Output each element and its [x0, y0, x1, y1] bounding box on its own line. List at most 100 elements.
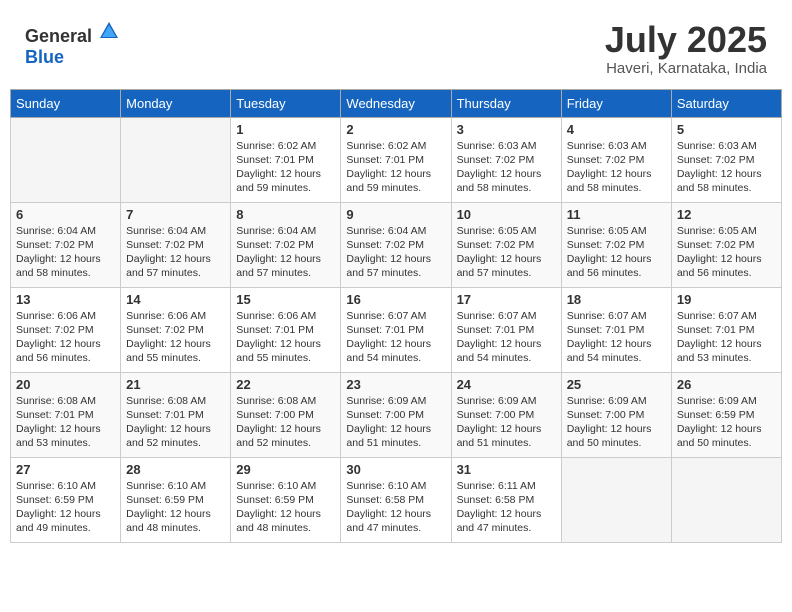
day-detail: Sunrise: 6:08 AMSunset: 7:01 PMDaylight:… [126, 394, 225, 451]
calendar-day-cell: 13Sunrise: 6:06 AMSunset: 7:02 PMDayligh… [11, 287, 121, 372]
calendar-day-cell: 26 Sunrise: 6:09 AMSunset: 6:59 PMDayligh… [671, 372, 781, 457]
day-of-week-header: Thursday [451, 89, 561, 117]
calendar-day-cell: 14 Sunrise: 6:06 AMSunset: 7:02 PMDayligh… [121, 287, 231, 372]
day-number: 10 [457, 207, 556, 222]
page-header: General Blue July 2025 Haveri, Karnataka… [10, 10, 782, 85]
day-number: 2 [346, 122, 445, 137]
day-detail: Sunrise: 6:07 AMSunset: 7:01 PMDaylight:… [677, 309, 776, 366]
day-number: 11 [567, 207, 666, 222]
calendar-day-cell: 1 Sunrise: 6:02 AMSunset: 7:01 PMDaylight… [231, 117, 341, 202]
logo: General Blue [25, 20, 120, 68]
day-detail: Sunrise: 6:03 AMSunset: 7:02 PMDaylight:… [677, 139, 776, 196]
day-detail: Sunrise: 6:07 AMSunset: 7:01 PMDaylight:… [457, 309, 556, 366]
calendar-day-cell: 7 Sunrise: 6:04 AMSunset: 7:02 PMDaylight… [121, 202, 231, 287]
day-of-week-header: Friday [561, 89, 671, 117]
day-number: 15 [236, 292, 335, 307]
day-number: 22 [236, 377, 335, 392]
month-year: July 2025 [605, 20, 767, 60]
day-detail: Sunrise: 6:08 AMSunset: 7:01 PMDaylight:… [16, 394, 115, 451]
calendar-day-cell: 23Sunrise: 6:09 AMSunset: 7:00 PMDayligh… [341, 372, 451, 457]
day-detail: Sunrise: 6:06 AMSunset: 7:02 PMDaylight:… [16, 309, 115, 366]
day-detail: Sunrise: 6:06 AMSunset: 7:02 PMDaylight:… [126, 309, 225, 366]
day-number: 6 [16, 207, 115, 222]
logo-general: General [25, 26, 92, 46]
day-detail: Sunrise: 6:05 AMSunset: 7:02 PMDaylight:… [677, 224, 776, 281]
day-number: 8 [236, 207, 335, 222]
calendar-day-cell: 8Sunrise: 6:04 AMSunset: 7:02 PMDaylight… [231, 202, 341, 287]
day-number: 9 [346, 207, 445, 222]
day-detail: Sunrise: 6:05 AMSunset: 7:02 PMDaylight:… [457, 224, 556, 281]
day-detail: Sunrise: 6:10 AMSunset: 6:58 PMDaylight:… [346, 479, 445, 536]
calendar-day-cell: 31 Sunrise: 6:11 AMSunset: 6:58 PMDayligh… [451, 457, 561, 542]
day-detail: Sunrise: 6:06 AMSunset: 7:01 PMDaylight:… [236, 309, 335, 366]
day-detail: Sunrise: 6:04 AMSunset: 7:02 PMDaylight:… [126, 224, 225, 281]
calendar-day-cell: 17 Sunrise: 6:07 AMSunset: 7:01 PMDayligh… [451, 287, 561, 372]
day-detail: Sunrise: 6:09 AMSunset: 7:00 PMDaylight:… [346, 394, 445, 451]
day-detail: Sunrise: 6:02 AMSunset: 7:01 PMDaylight:… [346, 139, 445, 196]
calendar-day-cell: 20Sunrise: 6:08 AMSunset: 7:01 PMDayligh… [11, 372, 121, 457]
day-number: 5 [677, 122, 776, 137]
calendar-day-cell: 12 Sunrise: 6:05 AMSunset: 7:02 PMDayligh… [671, 202, 781, 287]
calendar-day-cell: 3 Sunrise: 6:03 AMSunset: 7:02 PMDaylight… [451, 117, 561, 202]
calendar-day-cell: 6 Sunrise: 6:04 AMSunset: 7:02 PMDaylight… [11, 202, 121, 287]
day-of-week-header: Wednesday [341, 89, 451, 117]
day-detail: Sunrise: 6:09 AMSunset: 7:00 PMDaylight:… [567, 394, 666, 451]
logo-text: General Blue [25, 20, 120, 68]
day-number: 25 [567, 377, 666, 392]
day-detail: Sunrise: 6:04 AMSunset: 7:02 PMDaylight:… [16, 224, 115, 281]
day-number: 26 [677, 377, 776, 392]
day-of-week-header: Saturday [671, 89, 781, 117]
title-block: July 2025 Haveri, Karnataka, India [605, 20, 767, 77]
day-number: 7 [126, 207, 225, 222]
calendar-header-row: SundayMondayTuesdayWednesdayThursdayFrid… [11, 89, 782, 117]
calendar-day-cell: 29 Sunrise: 6:10 AMSunset: 6:59 PMDayligh… [231, 457, 341, 542]
calendar-day-cell [671, 457, 781, 542]
day-of-week-header: Sunday [11, 89, 121, 117]
calendar-table: SundayMondayTuesdayWednesdayThursdayFrid… [10, 89, 782, 543]
calendar-day-cell: 27Sunrise: 6:10 AMSunset: 6:59 PMDayligh… [11, 457, 121, 542]
day-number: 3 [457, 122, 556, 137]
day-detail: Sunrise: 6:11 AMSunset: 6:58 PMDaylight:… [457, 479, 556, 536]
day-number: 29 [236, 462, 335, 477]
calendar-day-cell: 11 Sunrise: 6:05 AMSunset: 7:02 PMDayligh… [561, 202, 671, 287]
calendar-week-row: 20Sunrise: 6:08 AMSunset: 7:01 PMDayligh… [11, 372, 782, 457]
calendar-day-cell: 5 Sunrise: 6:03 AMSunset: 7:02 PMDaylight… [671, 117, 781, 202]
calendar-day-cell: 21Sunrise: 6:08 AMSunset: 7:01 PMDayligh… [121, 372, 231, 457]
calendar-day-cell: 30Sunrise: 6:10 AMSunset: 6:58 PMDayligh… [341, 457, 451, 542]
day-detail: Sunrise: 6:02 AMSunset: 7:01 PMDaylight:… [236, 139, 335, 196]
day-number: 31 [457, 462, 556, 477]
calendar-week-row: 1 Sunrise: 6:02 AMSunset: 7:01 PMDaylight… [11, 117, 782, 202]
calendar-day-cell: 28 Sunrise: 6:10 AMSunset: 6:59 PMDayligh… [121, 457, 231, 542]
day-number: 12 [677, 207, 776, 222]
day-number: 28 [126, 462, 225, 477]
day-number: 4 [567, 122, 666, 137]
calendar-day-cell: 16Sunrise: 6:07 AMSunset: 7:01 PMDayligh… [341, 287, 451, 372]
day-detail: Sunrise: 6:03 AMSunset: 7:02 PMDaylight:… [567, 139, 666, 196]
day-detail: Sunrise: 6:07 AMSunset: 7:01 PMDaylight:… [567, 309, 666, 366]
calendar-day-cell: 19 Sunrise: 6:07 AMSunset: 7:01 PMDayligh… [671, 287, 781, 372]
calendar-day-cell: 24Sunrise: 6:09 AMSunset: 7:00 PMDayligh… [451, 372, 561, 457]
logo-blue: Blue [25, 47, 64, 67]
day-number: 17 [457, 292, 556, 307]
calendar-day-cell: 15 Sunrise: 6:06 AMSunset: 7:01 PMDayligh… [231, 287, 341, 372]
day-detail: Sunrise: 6:10 AMSunset: 6:59 PMDaylight:… [126, 479, 225, 536]
day-number: 27 [16, 462, 115, 477]
calendar-day-cell: 4 Sunrise: 6:03 AMSunset: 7:02 PMDaylight… [561, 117, 671, 202]
day-number: 16 [346, 292, 445, 307]
calendar-day-cell: 2 Sunrise: 6:02 AMSunset: 7:01 PMDaylight… [341, 117, 451, 202]
day-detail: Sunrise: 6:03 AMSunset: 7:02 PMDaylight:… [457, 139, 556, 196]
calendar-day-cell [121, 117, 231, 202]
day-detail: Sunrise: 6:10 AMSunset: 6:59 PMDaylight:… [236, 479, 335, 536]
location: Haveri, Karnataka, India [605, 60, 767, 77]
day-detail: Sunrise: 6:05 AMSunset: 7:02 PMDaylight:… [567, 224, 666, 281]
calendar-week-row: 27 Sunrise: 6:10 AMSunset: 6:59 PMDayligh… [11, 457, 782, 542]
calendar-day-cell [561, 457, 671, 542]
day-number: 24 [457, 377, 556, 392]
day-detail: Sunrise: 6:09 AMSunset: 6:59 PMDaylight:… [677, 394, 776, 451]
day-number: 14 [126, 292, 225, 307]
day-number: 19 [677, 292, 776, 307]
calendar-day-cell: 18Sunrise: 6:07 AMSunset: 7:01 PMDayligh… [561, 287, 671, 372]
day-number: 1 [236, 122, 335, 137]
calendar-day-cell: 25 Sunrise: 6:09 AMSunset: 7:00 PMDayligh… [561, 372, 671, 457]
day-of-week-header: Monday [121, 89, 231, 117]
